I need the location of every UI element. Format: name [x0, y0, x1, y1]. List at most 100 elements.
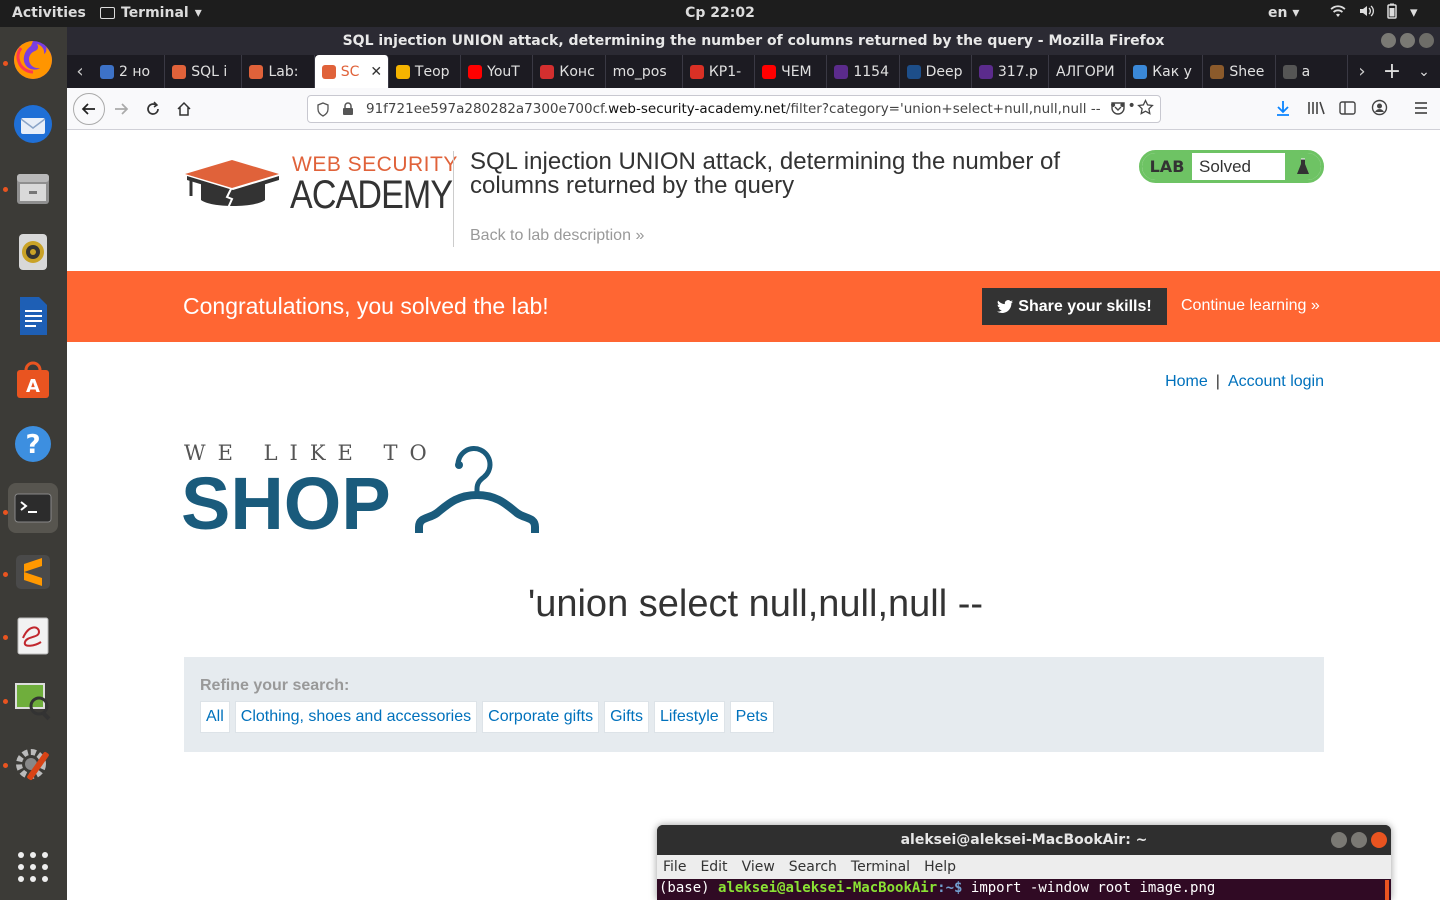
home-button[interactable]	[170, 95, 198, 123]
category-filter-link[interactable]: Gifts	[604, 701, 649, 733]
category-filter-link[interactable]: Pets	[729, 701, 774, 733]
terminal-command: import -window root image.png	[962, 880, 1216, 896]
writer-icon[interactable]	[8, 291, 58, 341]
url-bar[interactable]: 91f721ee597a280282a7300e700cf.web-securi…	[307, 95, 1161, 123]
academy-logo-icon[interactable]	[185, 156, 291, 216]
thunderbird-icon[interactable]	[8, 99, 58, 149]
close-tab-icon[interactable]: ✕	[370, 64, 382, 80]
activities-button[interactable]: Activities	[12, 5, 86, 21]
terminal-scrollbar[interactable]	[1385, 880, 1389, 900]
browser-title-bar[interactable]: SQL injection UNION attack, determining …	[67, 27, 1440, 55]
terminal-menu-item[interactable]: View	[742, 859, 775, 875]
browser-tab[interactable]: mo_pos	[606, 55, 683, 88]
arrow-left-icon	[81, 103, 95, 115]
firefox-icon[interactable]	[8, 35, 58, 85]
terminal-maximize-button[interactable]	[1351, 832, 1367, 848]
terminal-close-button[interactable]	[1371, 832, 1387, 848]
reload-button[interactable]	[139, 95, 167, 123]
browser-tab[interactable]: Как у	[1126, 55, 1204, 88]
software-center-icon[interactable]: A	[8, 355, 58, 405]
category-filter-link[interactable]: Corporate gifts	[482, 701, 600, 733]
library-icon[interactable]	[1307, 100, 1325, 116]
flask-icon	[1285, 153, 1321, 180]
show-apps-icon[interactable]	[8, 842, 58, 892]
solved-banner: Congratulations, you solved the lab! Sha…	[67, 271, 1440, 342]
terminal-prompt-line[interactable]: (base) aleksei@aleksei-MacBookAir:~$ imp…	[657, 879, 1391, 900]
browser-tab[interactable]: a	[1276, 55, 1348, 88]
back-to-lab-description-link[interactable]: Back to lab description »	[470, 227, 644, 245]
terminal-icon[interactable]	[8, 483, 58, 533]
evince-icon[interactable]	[8, 611, 58, 661]
share-skills-button[interactable]: Share your skills!	[982, 288, 1167, 325]
browser-tab[interactable]: ЧЕМ	[755, 55, 828, 88]
browser-tab[interactable]: 317.p	[972, 55, 1050, 88]
url-domain: web-security-academy.net	[608, 101, 786, 117]
account-login-link[interactable]: Account login	[1228, 373, 1324, 390]
account-icon[interactable]	[1371, 99, 1388, 116]
category-filter-link[interactable]: All	[200, 701, 230, 733]
browser-tab[interactable]: КР1-	[683, 55, 756, 88]
clock[interactable]: Ср 22:02	[0, 5, 1440, 21]
double-chevron-right-icon: »	[1310, 297, 1320, 314]
image-viewer-icon[interactable]	[8, 675, 58, 725]
tab-label: АЛГОРИ	[1056, 63, 1115, 80]
maximize-button[interactable]	[1400, 33, 1415, 48]
language-indicator[interactable]: en ▾	[1268, 5, 1299, 21]
tab-label: a	[1301, 63, 1311, 80]
terminal-minimize-button[interactable]	[1331, 832, 1347, 848]
share-button-label: Share your skills!	[1018, 297, 1152, 315]
scroll-tabs-left-icon[interactable]: ‹	[67, 61, 93, 82]
help-icon[interactable]: ?	[8, 419, 58, 469]
terminal-menu-item[interactable]: Help	[924, 859, 956, 875]
sidebar-icon[interactable]	[1339, 100, 1356, 116]
browser-tab[interactable]: 1154	[827, 55, 900, 88]
sublime-text-icon[interactable]	[8, 547, 58, 597]
rhythmbox-icon[interactable]	[8, 227, 58, 277]
badge-2-icon	[100, 64, 114, 79]
terminal-window[interactable]: aleksei@aleksei-MacBookAir: ~ File Edit Vi…	[657, 825, 1391, 900]
app-menu[interactable]: Terminal ▾	[100, 5, 202, 21]
close-button[interactable]	[1419, 33, 1434, 48]
new-tab-icon[interactable]: +	[1376, 59, 1408, 84]
terminal-menu-item[interactable]: Terminal	[851, 859, 910, 875]
download-icon[interactable]	[1275, 100, 1291, 117]
power-menu-icon: ▾	[1410, 3, 1418, 21]
browser-tab[interactable]: Конс	[533, 55, 606, 88]
menu-icon[interactable]	[1413, 101, 1429, 115]
lab-title: SQL injection UNION attack, determining …	[470, 148, 1061, 199]
browser-tab[interactable]: Shee	[1203, 55, 1276, 88]
bookmark-star-icon[interactable]	[1137, 99, 1154, 116]
shop-logo-word: SHOP	[181, 462, 391, 545]
browser-tab[interactable]: SC ✕	[314, 55, 389, 88]
category-filter-link[interactable]: Lifestyle	[653, 701, 725, 733]
scroll-tabs-right-icon[interactable]: ›	[1348, 61, 1376, 82]
forward-button[interactable]	[107, 95, 135, 123]
terminal-menu-item[interactable]: File	[663, 859, 686, 875]
browser-tab[interactable]: Теор	[389, 55, 462, 88]
terminal-menu-bar: File Edit View Search Terminal Help	[657, 855, 1391, 879]
list-tabs-icon[interactable]: ⌄	[1408, 64, 1440, 80]
terminal-title-bar[interactable]: aleksei@aleksei-MacBookAir: ~	[657, 825, 1391, 855]
terminal-small-icon	[100, 7, 115, 19]
files-icon[interactable]	[8, 163, 58, 213]
window-controls	[1381, 33, 1434, 48]
volume-icon	[1360, 5, 1374, 17]
browser-tab[interactable]: Deep	[900, 55, 972, 88]
category-filter-link[interactable]: Clothing, shoes and accessories	[234, 701, 478, 733]
browser-tab[interactable]: АЛГОРИ	[1049, 55, 1127, 88]
browser-tab[interactable]: Lab:	[242, 55, 315, 88]
pocket-icon[interactable]	[1110, 100, 1126, 116]
settings-icon[interactable]	[8, 739, 58, 789]
continue-learning-link[interactable]: Continue learning »	[1181, 297, 1320, 315]
minimize-button[interactable]	[1381, 33, 1396, 48]
prompt-user: aleksei@aleksei-MacBookAir	[718, 880, 938, 896]
terminal-menu-item[interactable]: Search	[789, 859, 837, 875]
terminal-menu-item[interactable]: Edit	[700, 859, 727, 875]
system-tray[interactable]: ▾	[1330, 3, 1418, 21]
tab-label: 317.p	[997, 63, 1038, 80]
browser-tab[interactable]: SQL i	[165, 55, 243, 88]
back-button[interactable]	[73, 93, 105, 125]
home-link[interactable]: Home	[1165, 373, 1208, 390]
browser-tab[interactable]: 2 но	[93, 55, 166, 88]
browser-tab[interactable]: YouT	[461, 55, 534, 88]
